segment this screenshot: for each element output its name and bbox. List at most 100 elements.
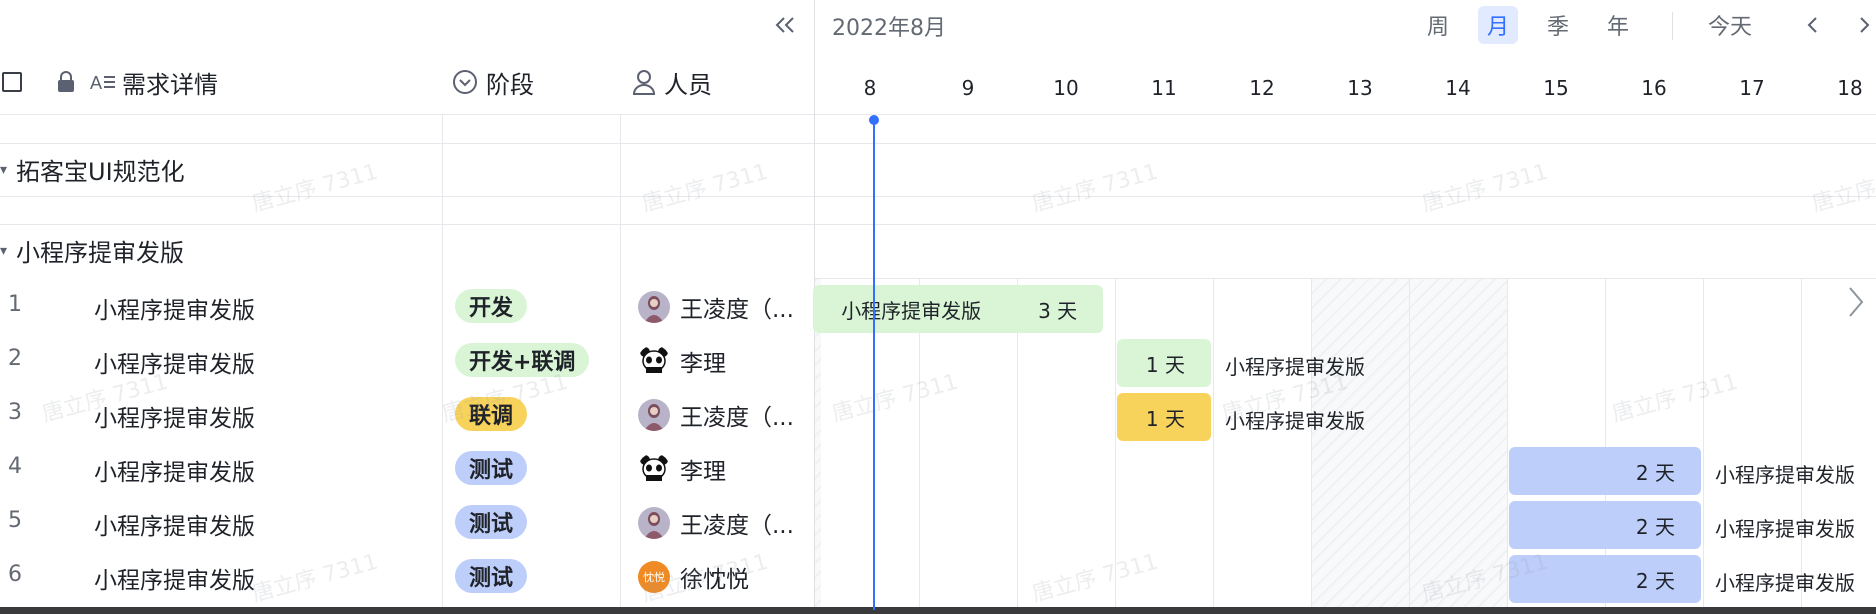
stage-tag[interactable]: 联调 (455, 397, 528, 431)
row-number: 2 (8, 346, 22, 371)
collapse-panel-button[interactable] (768, 8, 802, 42)
user-icon (632, 70, 656, 95)
timeline-month-title: 2022年8月 (832, 16, 946, 41)
gantt-bar-duration: 1 天 (1145, 406, 1185, 431)
person-cell[interactable]: 李理 (638, 344, 726, 378)
gantt-bar[interactable]: 1 天 (1117, 393, 1211, 441)
person-cell[interactable]: 忱悦 徐忱悦 (638, 560, 749, 594)
person-name: 王凌度（... (680, 297, 794, 323)
day-label: 11 (1151, 76, 1177, 100)
next-period-button[interactable] (1858, 6, 1876, 44)
day-label: 12 (1249, 76, 1275, 100)
person-cell[interactable]: 王凌度（... (638, 290, 794, 324)
gantt-bar-label: 小程序提审发版 (1715, 463, 1855, 487)
watermark-text: 唐立序 7311 (639, 159, 771, 218)
view-month-button[interactable]: 月 (1478, 6, 1518, 44)
gantt-bar-label: 小程序提审发版 (1225, 409, 1365, 433)
lock-icon (56, 62, 76, 102)
gantt-bar-duration: 1 天 (1145, 352, 1185, 377)
weekend-shading (1409, 279, 1507, 607)
column-header-detail[interactable]: A 需求详情 (90, 62, 218, 102)
day-gridline (1213, 279, 1214, 607)
person-name: 李理 (680, 459, 726, 485)
gantt-bar-duration: 2 天 (1635, 514, 1675, 539)
day-label: 17 (1739, 76, 1765, 100)
day-gridline (1115, 279, 1116, 607)
select-all-checkbox[interactable] (2, 62, 22, 102)
view-week-button[interactable]: 周 (1420, 6, 1456, 44)
view-year-button[interactable]: 年 (1600, 6, 1636, 44)
column-header-person-label: 人员 (664, 70, 712, 99)
person-cell[interactable]: 王凌度（... (638, 398, 794, 432)
avatar (638, 399, 670, 431)
person-cell[interactable]: 李理 (638, 452, 726, 486)
view-quarter-button[interactable]: 季 (1540, 6, 1576, 44)
double-chevron-left-icon (775, 17, 794, 33)
day-label: 18 (1837, 76, 1863, 100)
column-header-stage-label: 阶段 (486, 70, 534, 99)
gantt-bar-label: 小程序提审发版 (1225, 355, 1365, 379)
day-label: 9 (961, 76, 975, 100)
watermark-text: 唐立序 7311 (829, 369, 961, 428)
row-title[interactable]: 小程序提审发版 (94, 345, 255, 379)
day-label: 14 (1445, 76, 1471, 100)
row-number: 1 (8, 292, 22, 317)
avatar (638, 453, 670, 485)
scroll-right-button[interactable] (1836, 282, 1876, 322)
caret-down-icon[interactable]: ▾ (0, 243, 14, 259)
stage-tag[interactable]: 测试 (455, 505, 528, 539)
column-header-stage[interactable]: 阶段 (452, 62, 534, 102)
day-label: 15 (1543, 76, 1569, 100)
day-gridline (1409, 279, 1410, 607)
stage-tag[interactable]: 开发 (455, 289, 528, 323)
chevron-right-icon (1860, 17, 1870, 33)
svg-text:A: A (90, 73, 102, 93)
person-name: 徐忱悦 (680, 567, 749, 593)
row-number: 6 (8, 562, 22, 587)
row-title[interactable]: 小程序提审发版 (94, 507, 255, 541)
dropdown-circle-icon (453, 70, 477, 94)
caret-down-icon[interactable]: ▾ (0, 162, 14, 178)
person-name: 王凌度（... (680, 405, 794, 431)
day-label: 10 (1053, 76, 1079, 100)
gantt-bar[interactable]: 2 天 (1509, 447, 1701, 495)
group-row[interactable]: ▾ 小程序提审发版 (0, 233, 184, 268)
column-header-detail-label: 需求详情 (122, 70, 218, 99)
gantt-bar[interactable]: 1 天 (1117, 339, 1211, 387)
chevron-left-icon (1807, 17, 1817, 33)
avatar (638, 291, 670, 323)
stage-tag[interactable]: 开发+联调 (455, 343, 590, 377)
gantt-bar-duration: 2 天 (1635, 568, 1675, 593)
row-title[interactable]: 小程序提审发版 (94, 453, 255, 487)
chevron-right-icon (1849, 287, 1864, 317)
watermark-text: 唐立序 7311 (1029, 159, 1161, 218)
today-button[interactable]: 今天 (1700, 6, 1760, 44)
column-header-person[interactable]: 人员 (632, 62, 712, 102)
watermark-text: 唐立序 7311 (1809, 160, 1876, 218)
person-cell[interactable]: 王凌度（... (638, 506, 794, 540)
gantt-bar[interactable]: 小程序提审发版 3 天 (813, 285, 1104, 333)
group-row[interactable]: ▾ 拓客宝UI规范化 (0, 152, 185, 187)
gantt-bar-label: 小程序提审发版 (1715, 571, 1855, 595)
gantt-bar-label: 小程序提审发版 (1715, 517, 1855, 541)
day-label: 13 (1347, 76, 1373, 100)
row-title[interactable]: 小程序提审发版 (94, 561, 255, 595)
person-name: 李理 (680, 351, 726, 377)
row-number: 3 (8, 400, 22, 425)
gantt-bar[interactable]: 2 天 (1509, 501, 1701, 549)
group-name: 拓客宝UI规范化 (16, 158, 185, 186)
stage-tag[interactable]: 测试 (455, 559, 528, 593)
today-indicator-line (873, 120, 875, 610)
today-indicator-dot (869, 115, 879, 125)
watermark-text: 唐立序 7311 (1029, 549, 1161, 608)
watermark-text: 唐立序 7311 (1609, 369, 1741, 428)
gantt-bar[interactable]: 2 天 (1509, 555, 1701, 603)
row-title[interactable]: 小程序提审发版 (94, 291, 255, 325)
day-label: 16 (1641, 76, 1667, 100)
gantt-bar-duration: 3 天 (1038, 298, 1078, 323)
row-title[interactable]: 小程序提审发版 (94, 399, 255, 433)
row-number: 5 (8, 508, 22, 533)
day-gridline (1703, 279, 1704, 607)
prev-period-button[interactable] (1798, 6, 1826, 44)
stage-tag[interactable]: 测试 (455, 451, 528, 485)
